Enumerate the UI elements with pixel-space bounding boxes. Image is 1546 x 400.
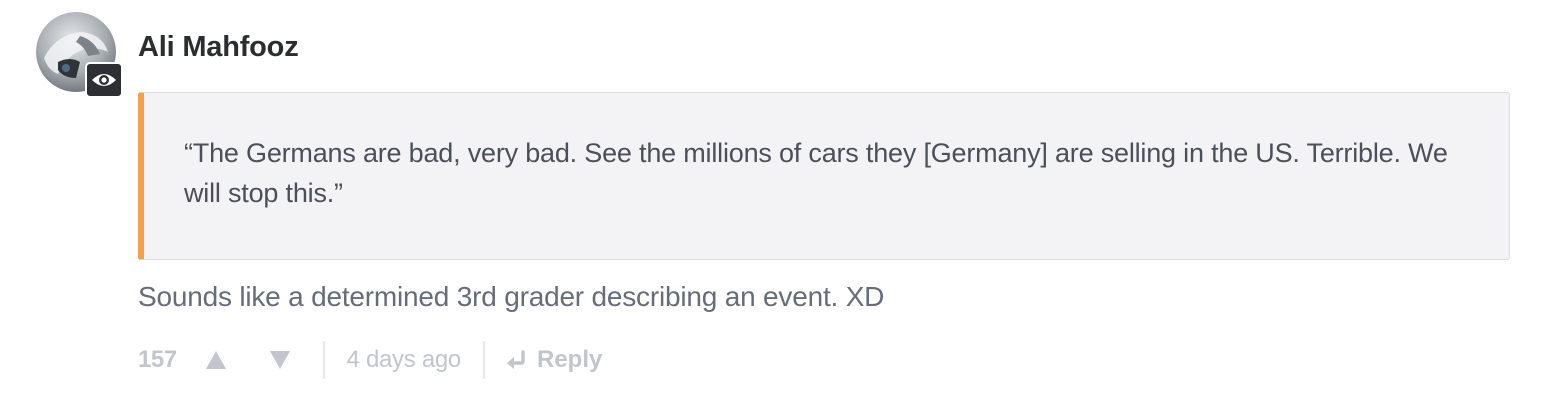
author-name[interactable]: Ali Mahfooz xyxy=(138,31,299,64)
comment-footer: 157 4 days ago Reply xyxy=(138,338,602,382)
quote-text: “The Germans are bad, very bad. See the … xyxy=(184,138,1448,208)
triangle-up-icon xyxy=(205,351,226,369)
triangle-down-icon xyxy=(269,351,290,369)
downvote-button[interactable] xyxy=(265,345,295,375)
footer-divider xyxy=(322,341,325,379)
reply-arrow-icon xyxy=(506,350,525,369)
comment-text: Sounds like a determined 3rd grader desc… xyxy=(138,281,885,312)
upvote-button[interactable] xyxy=(201,345,231,375)
reply-button[interactable]: Reply xyxy=(505,346,602,374)
timestamp-link[interactable]: 4 days ago xyxy=(347,346,462,374)
reply-label: Reply xyxy=(536,346,603,373)
comment: Ali Mahfooz “The Germans are bad, very b… xyxy=(0,0,1546,400)
vote-count: 157 xyxy=(138,346,177,373)
eye-icon xyxy=(85,62,123,98)
footer-divider xyxy=(482,341,485,379)
quote-block: “The Germans are bad, very bad. See the … xyxy=(138,92,1510,260)
